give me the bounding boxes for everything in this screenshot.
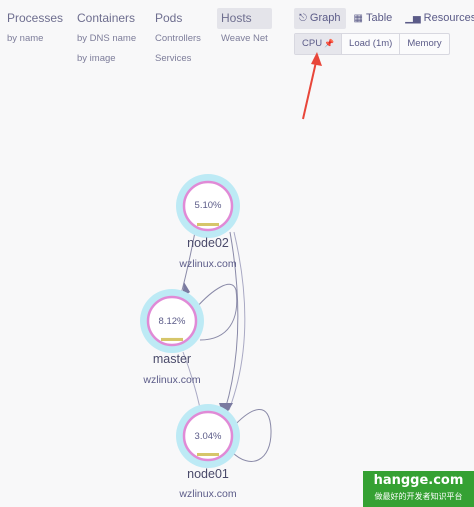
- annotation-arrow-line: [302, 61, 317, 120]
- node02-subtitle: wzlinux.com: [179, 258, 237, 270]
- node01-metric-value: 3.04%: [194, 431, 222, 442]
- node01-subtitle: wzlinux.com: [179, 488, 237, 500]
- node01-metric-fill: [197, 453, 219, 456]
- node02-label[interactable]: node02: [158, 236, 258, 250]
- node01-label[interactable]: node01: [158, 467, 258, 481]
- master-metric-value: 8.12%: [158, 316, 186, 327]
- annotation-arrow-head: [311, 52, 322, 66]
- watermark-logo: hangge.com 做最好的开发者知识平台: [363, 471, 474, 507]
- node02-metric-fill: [197, 223, 219, 226]
- master-metric-fill: [161, 337, 183, 341]
- watermark-subtitle: 做最好的开发者知识平台: [374, 492, 463, 501]
- watermark-title: hangge.com: [373, 473, 464, 488]
- node02-metric-value: 5.10%: [194, 200, 222, 211]
- master-label[interactable]: master: [122, 352, 222, 366]
- master-subtitle: wzlinux.com: [143, 374, 201, 386]
